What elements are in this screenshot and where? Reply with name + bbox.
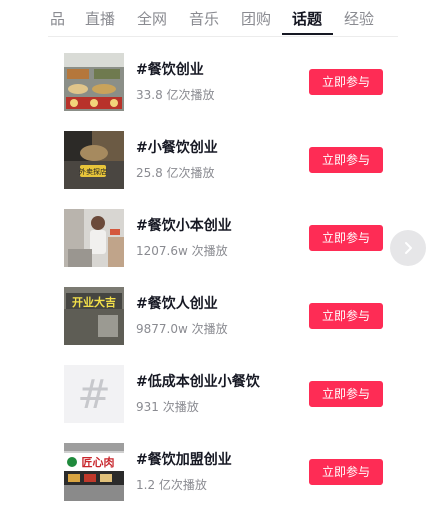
chevron-right-icon bbox=[405, 242, 412, 254]
topic-row[interactable]: #餐饮小本创业 1207.6w 次播放 立即参与 bbox=[64, 209, 384, 269]
join-button[interactable]: 立即参与 bbox=[309, 381, 383, 407]
topic-thumbnail: 开业大吉 bbox=[64, 287, 124, 345]
thumbnail-caption: 外卖探店 bbox=[79, 167, 107, 176]
topic-thumbnail: 外卖探店 bbox=[64, 131, 124, 189]
topic-play-count: 1.2 亿次播放 bbox=[136, 478, 207, 492]
topic-row[interactable]: 开业大吉 #餐饮人创业 9877.0w 次播放 立即参与 bbox=[64, 287, 384, 347]
tab-live[interactable]: 直播 bbox=[85, 8, 115, 29]
topic-play-count: 931 次播放 bbox=[136, 400, 199, 414]
topic-play-count: 1207.6w 次播放 bbox=[136, 244, 228, 258]
topic-title[interactable]: #餐饮创业 bbox=[136, 59, 204, 79]
join-button[interactable]: 立即参与 bbox=[309, 225, 383, 251]
tab-product[interactable]: 品 bbox=[50, 8, 65, 29]
topic-thumbnail bbox=[64, 209, 124, 267]
topic-row[interactable]: # #低成本创业小餐饮 931 次播放 立即参与 bbox=[64, 365, 384, 425]
topic-row[interactable]: 匠心肉 #餐饮加盟创业 1.2 亿次播放 立即参与 bbox=[64, 443, 384, 503]
thumbnail-caption: 开业大吉 bbox=[72, 295, 116, 309]
topic-thumbnail bbox=[64, 53, 124, 111]
tab-all-web[interactable]: 全网 bbox=[137, 8, 167, 29]
topic-play-count: 25.8 亿次播放 bbox=[136, 166, 215, 180]
topic-thumbnail: 匠心肉 bbox=[64, 443, 124, 501]
tab-experience[interactable]: 经验 bbox=[344, 8, 374, 29]
hashtag-icon: # bbox=[64, 365, 124, 423]
join-button[interactable]: 立即参与 bbox=[309, 459, 383, 485]
join-button[interactable]: 立即参与 bbox=[309, 303, 383, 329]
topic-title[interactable]: #餐饮小本创业 bbox=[136, 215, 232, 235]
topic-play-count: 33.8 亿次播放 bbox=[136, 88, 215, 102]
next-page-button[interactable] bbox=[390, 230, 426, 266]
topic-title[interactable]: #餐饮人创业 bbox=[136, 293, 218, 313]
topic-title[interactable]: #低成本创业小餐饮 bbox=[136, 371, 260, 391]
category-tabs: 品 直播 全网 音乐 团购 话题 经验 bbox=[48, 0, 398, 37]
tab-music[interactable]: 音乐 bbox=[189, 8, 219, 29]
topic-title[interactable]: #小餐饮创业 bbox=[136, 137, 218, 157]
active-tab-indicator bbox=[282, 33, 333, 35]
topic-row[interactable]: #餐饮创业 33.8 亿次播放 立即参与 bbox=[64, 53, 384, 113]
join-button[interactable]: 立即参与 bbox=[309, 147, 383, 173]
topic-play-count: 9877.0w 次播放 bbox=[136, 322, 228, 336]
join-button[interactable]: 立即参与 bbox=[309, 69, 383, 95]
tab-topics[interactable]: 话题 bbox=[292, 8, 322, 29]
thumbnail-caption: 匠心肉 bbox=[82, 455, 115, 469]
topic-row[interactable]: 外卖探店 #小餐饮创业 25.8 亿次播放 立即参与 bbox=[64, 131, 384, 191]
hashtag-glyph: # bbox=[77, 372, 111, 418]
tab-group-buy[interactable]: 团购 bbox=[241, 8, 271, 29]
topic-title[interactable]: #餐饮加盟创业 bbox=[136, 449, 232, 469]
